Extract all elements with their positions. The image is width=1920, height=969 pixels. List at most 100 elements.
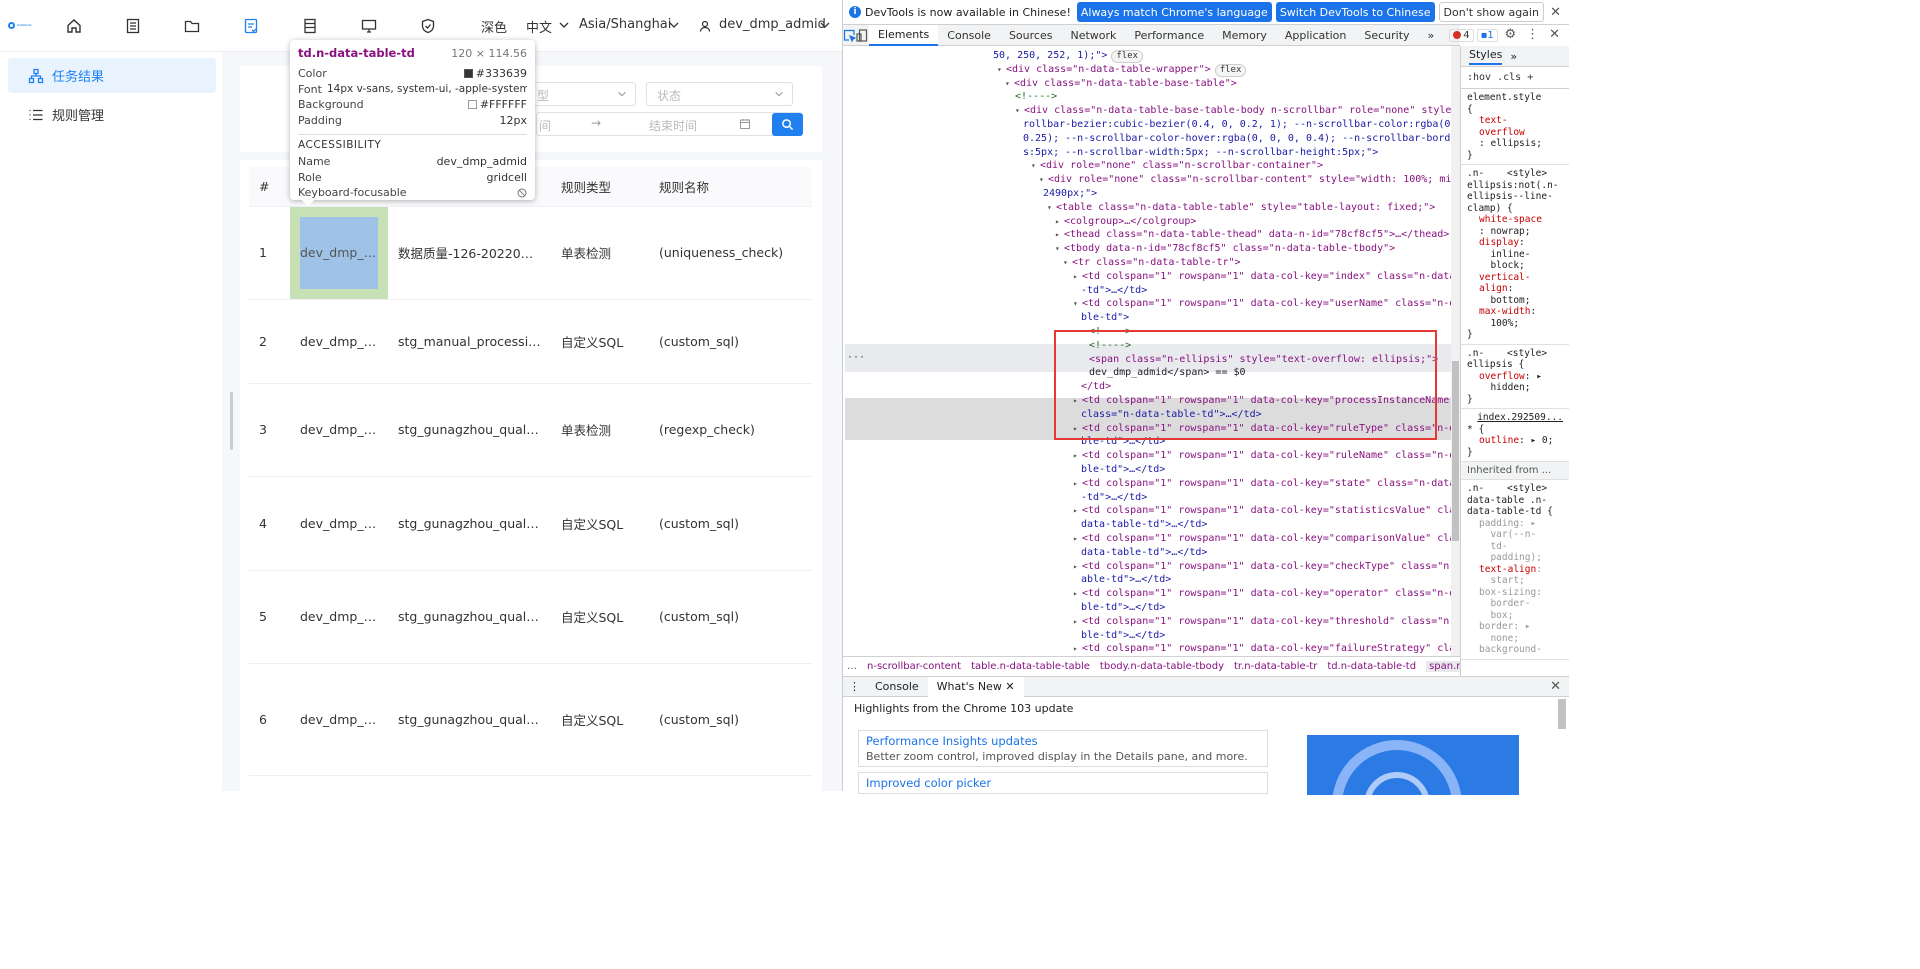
monitor-icon[interactable] <box>359 16 379 36</box>
dom-line[interactable]: ▸ <td colspan="1" rowspan="1" data-col-ke… <box>1073 615 1451 629</box>
dom-line[interactable]: ▸ <colgroup>…</colgroup> <box>1055 215 1451 229</box>
tab-styles[interactable]: Styles <box>1469 48 1503 65</box>
dom-line[interactable]: ▸ <td colspan="1" rowspan="1" data-col-ke… <box>1073 449 1451 463</box>
flex-badge[interactable]: flex <box>1111 50 1144 63</box>
drawer-tab-console[interactable]: Console <box>866 677 928 697</box>
kebab-menu-icon[interactable]: ⋮ <box>843 677 866 697</box>
shield-icon[interactable] <box>418 16 438 36</box>
table-row[interactable]: 2 dev_dmp_ad... stg_manual_processing_..… <box>249 299 812 384</box>
kebab-menu-icon[interactable]: ⋮ <box>1526 27 1539 42</box>
expand-toggle-icon[interactable]: ▸ <box>1073 615 1082 629</box>
panel-splitter[interactable] <box>230 392 233 450</box>
switch-language-button[interactable]: Switch DevTools to Chinese <box>1275 2 1435 22</box>
expand-toggle-icon[interactable]: ▸ <box>1073 560 1082 574</box>
app-logo[interactable]: DataWorks <box>8 20 40 30</box>
dom-line[interactable]: <!----> <box>1015 90 1451 104</box>
folder-icon[interactable] <box>182 16 202 36</box>
elements-dom-tree[interactable]: 50, 250, 252, 1);"> flex ▾ <div class="n-da… <box>843 46 1451 656</box>
match-language-button[interactable]: Always match Chrome's language <box>1076 2 1272 22</box>
end-time-placeholder[interactable]: 结束时间 <box>649 117 697 134</box>
dom-line[interactable]: rollbar-bezier:cubic-bezier(0.4, 0, 0.2,… <box>1023 118 1451 132</box>
expand-toggle-icon[interactable]: ▾ <box>1063 256 1072 270</box>
breadcrumb-item-selected[interactable]: span.n-ellipsis <box>1426 661 1460 672</box>
dom-line[interactable]: ble-td">…</td> <box>1081 463 1451 477</box>
drawer-scrollbar-thumb[interactable] <box>1558 699 1566 729</box>
inspect-element-icon[interactable] <box>843 25 856 46</box>
close-icon[interactable]: ✕ <box>1550 5 1561 20</box>
style-decl[interactable]: padding: ▸ var(--n- td- padding); text-al… <box>1467 518 1563 656</box>
expand-toggle-icon[interactable]: ▾ <box>1073 297 1082 311</box>
dom-line[interactable]: ▾ <div class="n-data-table-wrapper"> flex <box>997 63 1451 77</box>
theme-toggle[interactable]: 深色 <box>481 17 507 36</box>
dom-line[interactable]: ▸ <td colspan="1" rowspan="1" data-col-ke… <box>1073 504 1451 518</box>
search-button[interactable] <box>772 113 803 136</box>
close-icon[interactable]: ✕ <box>1550 679 1561 694</box>
expand-toggle-icon[interactable]: ▾ <box>1015 104 1024 118</box>
dom-line[interactable]: data-table-td">…</td> <box>1081 546 1451 560</box>
style-decl[interactable]: white-space: nowrap; display: inline- blo… <box>1467 214 1563 329</box>
dom-line[interactable]: ▸ <td colspan="1" rowspan="1" data-col-ke… <box>1073 642 1451 656</box>
table-row[interactable]: 4 dev_dmp_ad... stg_gunagzhou_quality_..… <box>249 476 812 571</box>
error-count-badge[interactable]: 4 <box>1449 28 1474 42</box>
column-header[interactable]: 规则名称 <box>649 167 812 207</box>
whats-new-card[interactable]: Improved color picker <box>858 772 1268 794</box>
message-count-badge[interactable]: ▪1 <box>1476 28 1498 42</box>
dom-line[interactable]: ▸ <td colspan="1" rowspan="1" data-col-ke… <box>1073 477 1451 491</box>
tab-security[interactable]: Security <box>1355 25 1418 46</box>
expand-toggle-icon[interactable]: ▾ <box>997 63 1006 77</box>
style-source-link[interactable]: index.292509... <box>1467 412 1563 424</box>
more-tabs-icon[interactable]: » <box>1510 50 1517 63</box>
dom-line[interactable]: ▸ <td colspan="1" rowspan="1" data-col-ke… <box>1073 587 1451 601</box>
dom-line[interactable]: ble-td">…</td> <box>1081 629 1451 643</box>
rule-type-select[interactable]: 型 <box>526 82 636 106</box>
expand-toggle-icon[interactable]: ▸ <box>1073 477 1082 491</box>
more-tabs-icon[interactable]: » <box>1419 25 1444 46</box>
dom-line[interactable]: ble-td"> <box>1081 311 1451 325</box>
dom-line[interactable]: s:5px; --n-scrollbar-width:5px; --n-scro… <box>1023 146 1451 160</box>
document-list-icon[interactable] <box>123 16 143 36</box>
hov-cls-toggles[interactable]: :hov .cls <box>1467 72 1521 83</box>
add-rule-icon[interactable]: + <box>1527 72 1533 83</box>
card-title[interactable]: Performance Insights updates <box>866 734 1260 748</box>
breadcrumb-item[interactable]: n-scrollbar-content <box>867 661 961 672</box>
dom-line[interactable]: ▸ <td colspan="1" rowspan="1" data-col-ke… <box>1073 270 1451 284</box>
dom-line[interactable]: ▾ <tr class="n-data-table-tr"> <box>1063 256 1451 270</box>
scrollbar-thumb[interactable] <box>1452 361 1459 541</box>
gear-icon[interactable]: ⚙ <box>1504 27 1516 42</box>
device-toolbar-icon[interactable] <box>856 25 869 46</box>
dom-line[interactable]: ble-td">…</td> <box>1081 601 1451 615</box>
dom-line[interactable]: -td">…</td> <box>1081 284 1451 298</box>
expand-toggle-icon[interactable]: ▾ <box>1005 77 1014 91</box>
tab-elements[interactable]: Elements <box>869 24 939 46</box>
table-row[interactable]: 6 dev_dmp_ad... stg_gunagzhou_quality_..… <box>249 663 812 776</box>
home-icon[interactable] <box>64 16 84 36</box>
style-decl[interactable]: outline: ▸ 0; <box>1467 435 1563 447</box>
dom-line[interactable]: 0.25); --n-scrollbar-color-hover:rgba(0,… <box>1023 132 1451 146</box>
timezone-select[interactable]: Asia/Shanghai <box>579 17 671 32</box>
sidebar-item-task-results[interactable]: 任务结果 <box>8 58 216 93</box>
style-decl[interactable]: text-overflow: ellipsis; <box>1467 115 1563 150</box>
tab-performance[interactable]: Performance <box>1125 25 1213 46</box>
expand-toggle-icon[interactable]: ▸ <box>1073 587 1082 601</box>
elements-scrollbar[interactable] <box>1451 46 1460 656</box>
table-row[interactable]: 1 dev_dmp_ad... 数据质量-126-20220727... 单表检… <box>249 206 812 300</box>
breadcrumb-item[interactable]: tr.n-data-table-tr <box>1234 661 1317 672</box>
whats-new-card[interactable]: Performance Insights updates Better zoom… <box>858 730 1268 767</box>
ellipsis-menu-icon[interactable]: ··· <box>847 351 865 365</box>
breadcrumb-item[interactable]: table.n-data-table-table <box>971 661 1090 672</box>
dom-line[interactable]: 50, 250, 252, 1);"> flex <box>993 49 1451 63</box>
dom-line[interactable]: 2490px;"> <box>1043 187 1451 201</box>
drawer-tab-whats-new[interactable]: What's New ✕ <box>927 676 1024 697</box>
dom-line[interactable]: able-td">…</td> <box>1081 573 1451 587</box>
flex-badge[interactable]: flex <box>1214 63 1247 77</box>
date-range-picker[interactable]: 间 → 结束时间 <box>536 112 802 136</box>
tab-network[interactable]: Network <box>1061 25 1125 46</box>
sidebar-item-rule-management[interactable]: 规则管理 <box>8 97 216 132</box>
close-icon[interactable]: ✕ <box>1005 680 1014 693</box>
dom-line[interactable]: ▾ <div class="n-data-table-base-table-bod… <box>1015 104 1451 118</box>
database-icon[interactable] <box>300 16 320 36</box>
dom-line[interactable]: -td">…</td> <box>1081 491 1451 505</box>
dom-line[interactable]: ▾ <div class="n-data-table-base-table"> <box>1005 77 1451 91</box>
breadcrumb-overflow[interactable]: … <box>847 661 857 672</box>
tab-memory[interactable]: Memory <box>1213 25 1276 46</box>
